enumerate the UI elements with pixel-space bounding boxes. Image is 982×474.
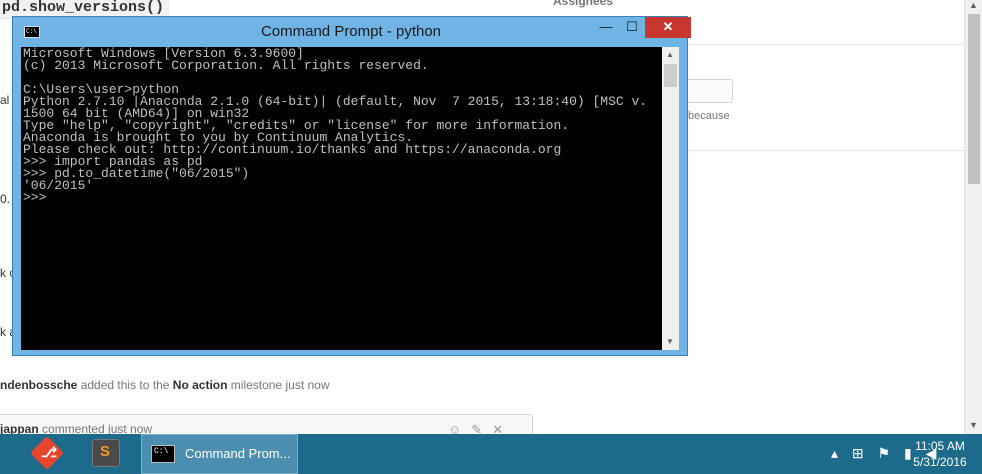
console-app-icon: C:\ bbox=[151, 445, 175, 463]
scroll-up-icon[interactable]: ▲ bbox=[666, 50, 674, 59]
scroll-down-icon[interactable]: ▼ bbox=[969, 420, 978, 430]
taskbar-command-prompt-button[interactable]: C:\ Command Prom... bbox=[141, 434, 298, 474]
edit-icon[interactable]: ✎ bbox=[471, 422, 492, 434]
sidebar-note: because bbox=[688, 110, 730, 122]
event-suffix: milestone just now bbox=[230, 378, 330, 392]
console-output[interactable]: Microsoft Windows [Version 6.3.9600] (c) … bbox=[21, 47, 662, 350]
taskbar-sublime-button[interactable]: S bbox=[88, 434, 128, 474]
sidebar-heading: Assignees bbox=[553, 0, 614, 8]
text-fragment: al bbox=[0, 93, 10, 107]
sidebar-input[interactable] bbox=[688, 79, 733, 103]
clock-date: 5/31/2016 bbox=[913, 455, 967, 469]
scroll-up-icon[interactable]: ▲ bbox=[969, 0, 978, 10]
console-line: '06/2015' bbox=[23, 178, 94, 193]
console-line: >>> bbox=[23, 190, 47, 205]
add-reaction-icon[interactable]: ☺ bbox=[448, 422, 471, 434]
page-scrollbar[interactable]: ▲ ▼ bbox=[964, 0, 982, 434]
taskbar: ⎇ S C:\ Command Prom... ▴ ⊞ ⚑ ▮ ◀ 11:05 … bbox=[0, 434, 982, 474]
git-glyph: ⎇ bbox=[41, 444, 58, 460]
sublime-glyph: S bbox=[100, 443, 111, 460]
window-title: Command Prompt - python bbox=[260, 23, 442, 40]
close-button[interactable]: ✕ bbox=[645, 17, 691, 38]
comment-author[interactable]: jappan bbox=[0, 422, 39, 434]
comment-header: jappan commented just now bbox=[0, 422, 152, 434]
event-milestone[interactable]: No action bbox=[173, 378, 228, 392]
delete-icon[interactable]: ✕ bbox=[492, 422, 513, 434]
console-line: >>> pd.to_datetime("06/2015") bbox=[23, 166, 250, 181]
maximize-button[interactable]: ☐ bbox=[619, 17, 645, 38]
console-client-area[interactable]: Microsoft Windows [Version 6.3.9600] (c) … bbox=[21, 47, 679, 350]
comment-meta: commented just now bbox=[42, 422, 153, 434]
taskbar-item-label: Command Prom... bbox=[185, 446, 291, 461]
clock-time: 11:05 AM bbox=[915, 439, 965, 453]
taskbar-git-button[interactable]: ⎇ bbox=[28, 434, 68, 474]
event-actor[interactable]: ndenbossche bbox=[0, 378, 77, 392]
text-fragment: 0. bbox=[0, 192, 11, 206]
comment-actions: ☺✎✕ bbox=[448, 422, 513, 434]
command-prompt-window[interactable]: C:\ Command Prompt - python — ☐ ✕ Micros… bbox=[12, 16, 691, 356]
scrollbar-thumb[interactable] bbox=[968, 14, 980, 184]
timeline-event: ndenbossche added this to the No action … bbox=[0, 378, 330, 392]
event-text: added this to the bbox=[80, 378, 170, 392]
taskbar-clock[interactable]: 11:05 AM 5/31/2016 bbox=[900, 438, 980, 470]
console-line: (c) 2013 Microsoft Corporation. All righ… bbox=[23, 58, 429, 73]
minimize-button[interactable]: — bbox=[593, 17, 619, 38]
scroll-down-icon[interactable]: ▼ bbox=[666, 337, 674, 346]
console-scrollbar[interactable]: ▲ ▼ bbox=[662, 47, 679, 350]
title-bar[interactable]: C:\ Command Prompt - python — ☐ ✕ bbox=[13, 17, 691, 47]
scrollbar-thumb[interactable] bbox=[664, 64, 677, 87]
